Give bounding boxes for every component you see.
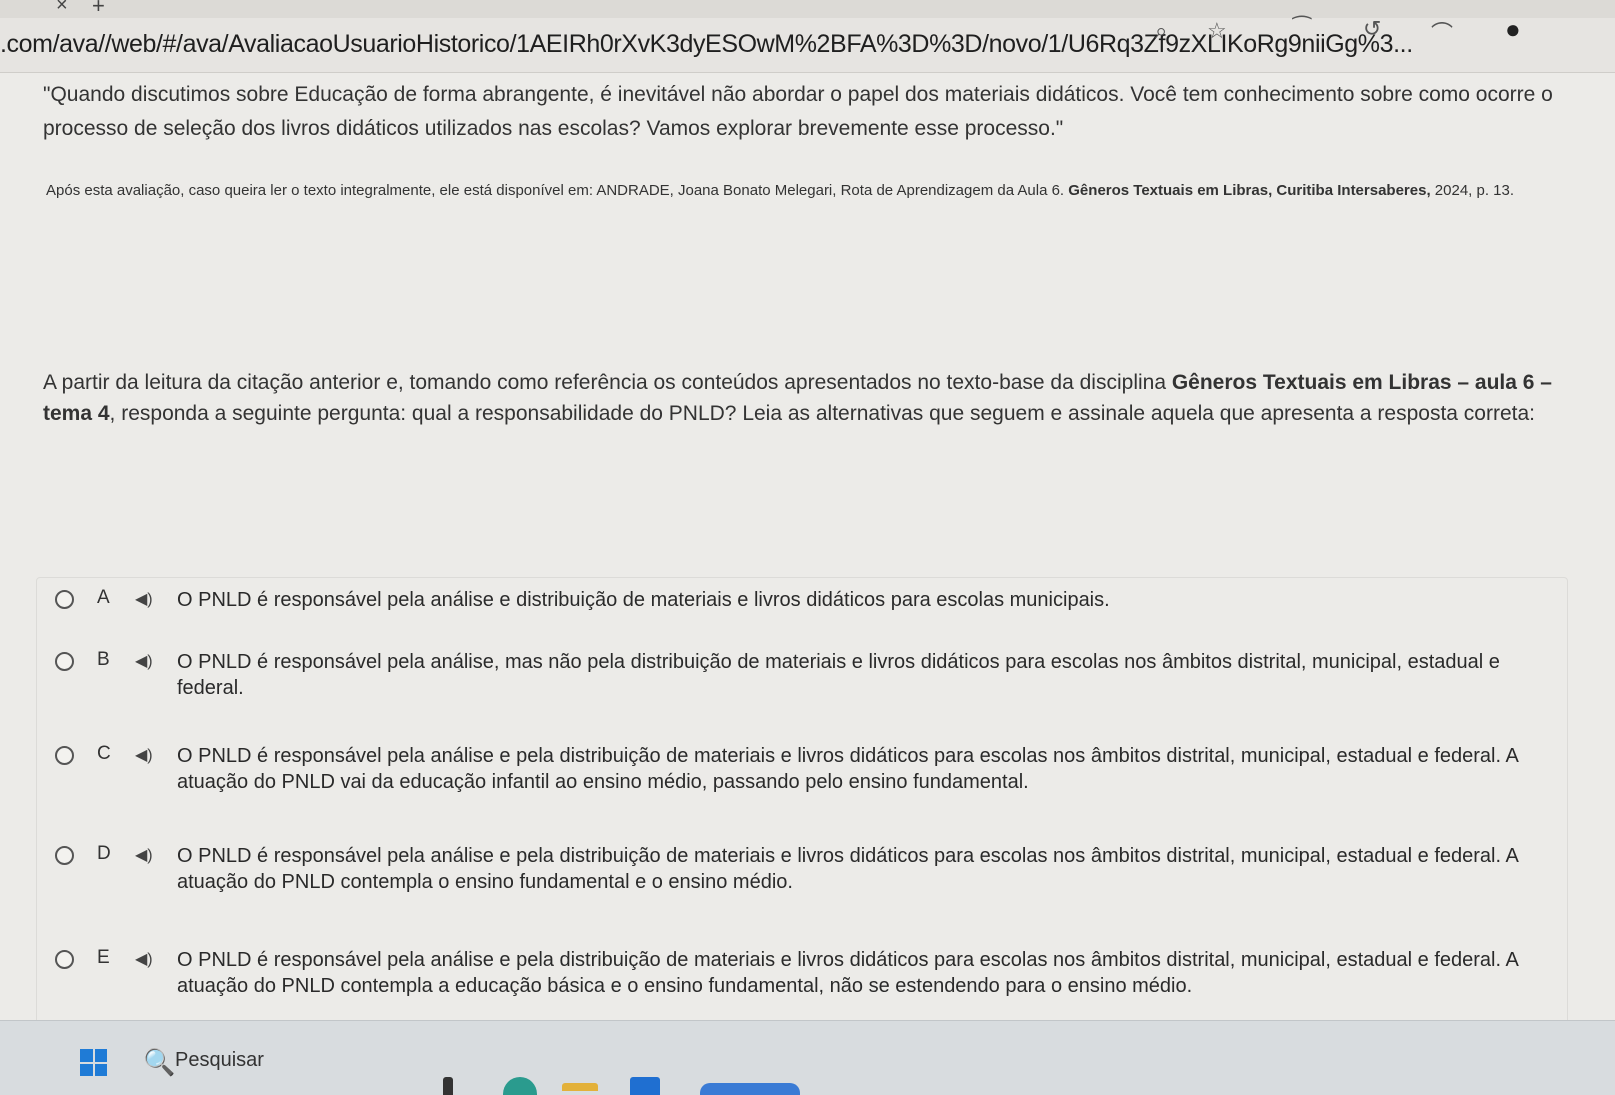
- speaker-icon[interactable]: ◀): [135, 651, 153, 671]
- radio-d[interactable]: [55, 846, 74, 865]
- taskbar-app-icon[interactable]: [503, 1077, 537, 1095]
- speaker-icon[interactable]: ◀): [135, 949, 153, 969]
- option-letter: B: [97, 649, 110, 670]
- speaker-icon[interactable]: ◀): [135, 745, 153, 765]
- source-prefix: Após esta avaliação, caso queira ler o t…: [46, 182, 1069, 199]
- address-bar[interactable]: .com/ava//web/#/ava/AvaliacaoUsuarioHist…: [0, 14, 1615, 73]
- taskbar-app-icon[interactable]: [700, 1083, 800, 1095]
- source-reference: Após esta avaliação, caso queira ler o t…: [46, 164, 1586, 218]
- source-suffix: 2024, p. 13.: [1430, 182, 1515, 199]
- speaker-icon[interactable]: ◀): [135, 589, 153, 609]
- speaker-icon[interactable]: ◀): [135, 845, 153, 865]
- new-tab-icon[interactable]: +: [92, 0, 105, 19]
- question-prefix: A partir da leitura da citação anterior …: [43, 371, 1172, 394]
- option-c[interactable]: C ◀) O PNLD é responsável pela análise e…: [37, 740, 1567, 842]
- close-tab-icon[interactable]: ×: [56, 0, 68, 17]
- taskbar: 🔍 Pesquisar: [0, 1020, 1615, 1095]
- address-bar-icons: ⌕ ☆ ⁀ ↺ ⌒ ●: [1155, 4, 1615, 46]
- sync-icon[interactable]: ↺: [1363, 16, 1381, 42]
- option-text: O PNLD é responsável pela análise e pela…: [177, 949, 1518, 997]
- start-windows-icon[interactable]: [80, 1049, 107, 1076]
- intro-quote: "Quando discutimos sobre Educação de for…: [43, 83, 1553, 140]
- option-letter: C: [97, 743, 111, 764]
- taskbar-app-icon[interactable]: [562, 1083, 598, 1091]
- question-suffix: , responda a seguinte pergunta: qual a r…: [109, 402, 1536, 425]
- option-d[interactable]: D ◀) O PNLD é responsável pela análise e…: [37, 842, 1567, 944]
- question-text: A partir da leitura da citação anterior …: [43, 367, 1583, 429]
- search-icon[interactable]: 🔍: [143, 1047, 175, 1078]
- favorite-star-icon[interactable]: ☆: [1207, 18, 1227, 44]
- read-aloud-icon[interactable]: ⁀: [1293, 16, 1311, 42]
- option-text: O PNLD é responsável pela análise, mas n…: [177, 651, 1500, 699]
- source-title: Gêneros Textuais em Libras, Curitiba Int…: [1068, 182, 1431, 199]
- option-text: O PNLD é responsável pela análise e dist…: [177, 589, 1110, 611]
- taskbar-app-icon[interactable]: [443, 1077, 453, 1095]
- option-letter: A: [97, 587, 110, 608]
- taskbar-search-label[interactable]: Pesquisar: [175, 1049, 264, 1072]
- radio-a[interactable]: [55, 590, 74, 609]
- option-letter: E: [97, 947, 110, 968]
- zoom-icon[interactable]: ⌕: [1155, 18, 1167, 44]
- option-a[interactable]: A ◀) O PNLD é responsável pela análise e…: [37, 578, 1567, 648]
- radio-e[interactable]: [55, 950, 74, 969]
- main-content: "Quando discutimos sobre Educação de for…: [0, 72, 1615, 1055]
- radio-b[interactable]: [55, 652, 74, 671]
- answer-options: A ◀) O PNLD é responsável pela análise e…: [36, 577, 1568, 1055]
- option-text: O PNLD é responsável pela análise e pela…: [177, 745, 1518, 793]
- option-text: O PNLD é responsável pela análise e pela…: [177, 845, 1518, 893]
- taskbar-app-icon[interactable]: [630, 1077, 660, 1095]
- option-b[interactable]: B ◀) O PNLD é responsável pela análise, …: [37, 648, 1567, 740]
- radio-c[interactable]: [55, 746, 74, 765]
- extensions-icon[interactable]: ●: [1505, 14, 1521, 45]
- profile-icon[interactable]: ⌒: [1431, 16, 1453, 48]
- option-letter: D: [97, 843, 111, 864]
